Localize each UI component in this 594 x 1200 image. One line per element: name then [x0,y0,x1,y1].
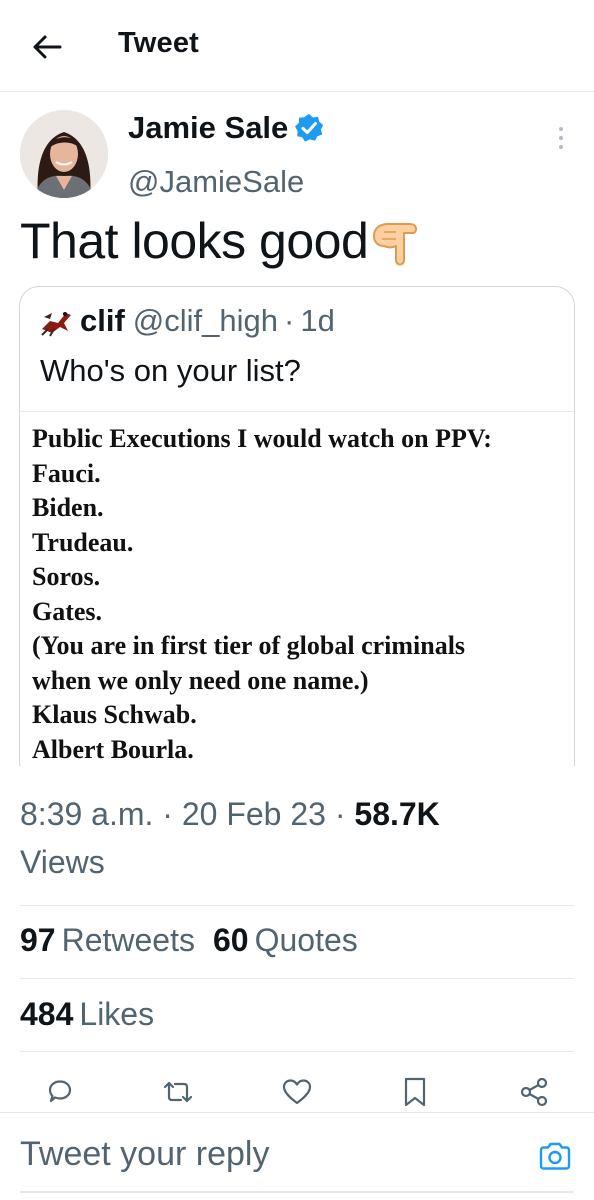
tweet-time: 8:39 a.m. [20,796,154,832]
quoted-author-avatar [41,312,71,337]
separator-dot: · [162,796,173,832]
quoted-tweet-header: clif @clif_high · 1d [38,303,335,339]
quoted-tweet-image: Public Executions I would watch on PPV: F… [20,411,574,766]
image-text-line: when we only need one name.) [32,665,369,695]
arrow-left-icon [33,35,62,59]
likes-count: 484 [20,996,74,1032]
tweet-text-row: That looks good [20,208,432,274]
image-text-line: Public Executions I would watch on PPV: [32,424,492,453]
top-bar: Tweet [0,0,594,92]
more-icon-dot [559,145,563,149]
image-text-line: Klaus Schwab. [32,700,197,729]
divider [20,905,574,906]
tweet-text: That looks good [20,213,369,269]
quoted-tweet[interactable]: clif @clif_high · 1d Who's on your list?… [19,286,575,766]
image-text-line: Fauci. [32,458,101,488]
reply-button[interactable] [40,1072,80,1112]
back-button[interactable] [22,26,72,68]
reply-input[interactable] [20,1135,500,1174]
tweet-date: 20 Feb 23 [181,796,326,832]
more-icon-dot [559,127,563,131]
verified-badge-icon [295,114,324,142]
divider [20,1051,574,1052]
share-icon [520,1077,548,1107]
quoted-tweet-time: 1d [300,303,335,338]
views-count: 58.7K [354,796,440,832]
page-title: Tweet [118,27,200,59]
quotes-label: Quotes [254,922,358,958]
quoted-tweet-text: Who's on your list? [40,353,301,388]
image-text-line: Albert Bourla. [32,734,194,764]
views-label: Views [20,844,105,880]
likes-label: Likes [79,996,155,1032]
quotes-count: 60 [212,922,249,958]
more-icon-dot [559,136,563,140]
retweet-button[interactable] [158,1072,198,1112]
reply-icon [48,1080,72,1103]
separator-dot: · [334,796,346,832]
image-text-line: Gates. [32,596,103,626]
image-text-line: Trudeau. [32,527,134,557]
quoted-author-name: clif [80,303,125,338]
author-name-row[interactable]: Jamie Sale [128,110,324,146]
divider [20,978,574,979]
image-text-line: (You are in first tier of global crimina… [32,631,466,660]
image-text-line: Biden. [32,493,104,522]
share-button[interactable] [514,1072,554,1112]
likes-stats: 484 Likes [20,996,154,1033]
camera-button[interactable] [536,1137,574,1175]
image-text-line: Soros. [32,562,101,591]
like-icon [282,1079,312,1105]
retweet-quote-stats: 97 Retweets 60 Quotes [20,922,358,959]
author-name: Jamie Sale [128,110,289,145]
reply-bar [0,1112,594,1200]
more-options-button[interactable] [546,120,576,156]
tweet-meta: 8:39 a.m. · 20 Feb 23 · 58.7K Views [20,790,560,886]
avatar[interactable] [20,110,108,198]
author-handle[interactable]: @JamieSale [128,164,304,200]
reply-underline [20,1191,574,1193]
camera-icon [539,1142,571,1170]
quoted-author-handle: @clif_high [132,303,279,338]
retweet-icon [163,1081,193,1103]
bookmark-button[interactable] [395,1072,435,1112]
action-bar [0,1066,594,1116]
bookmark-icon [404,1077,426,1107]
retweets-stat[interactable]: 97 Retweets [20,922,195,959]
image-text-lines: Public Executions I would watch on PPV: F… [32,422,492,766]
retweets-count: 97 [20,922,56,958]
like-button[interactable] [277,1072,317,1112]
likes-stat[interactable]: 484 Likes [20,996,154,1033]
separator-dot: · [284,303,295,338]
pointing-down-hand-icon [373,223,418,266]
quotes-stat[interactable]: 60 Quotes [213,922,358,959]
retweets-label: Retweets [61,922,195,958]
